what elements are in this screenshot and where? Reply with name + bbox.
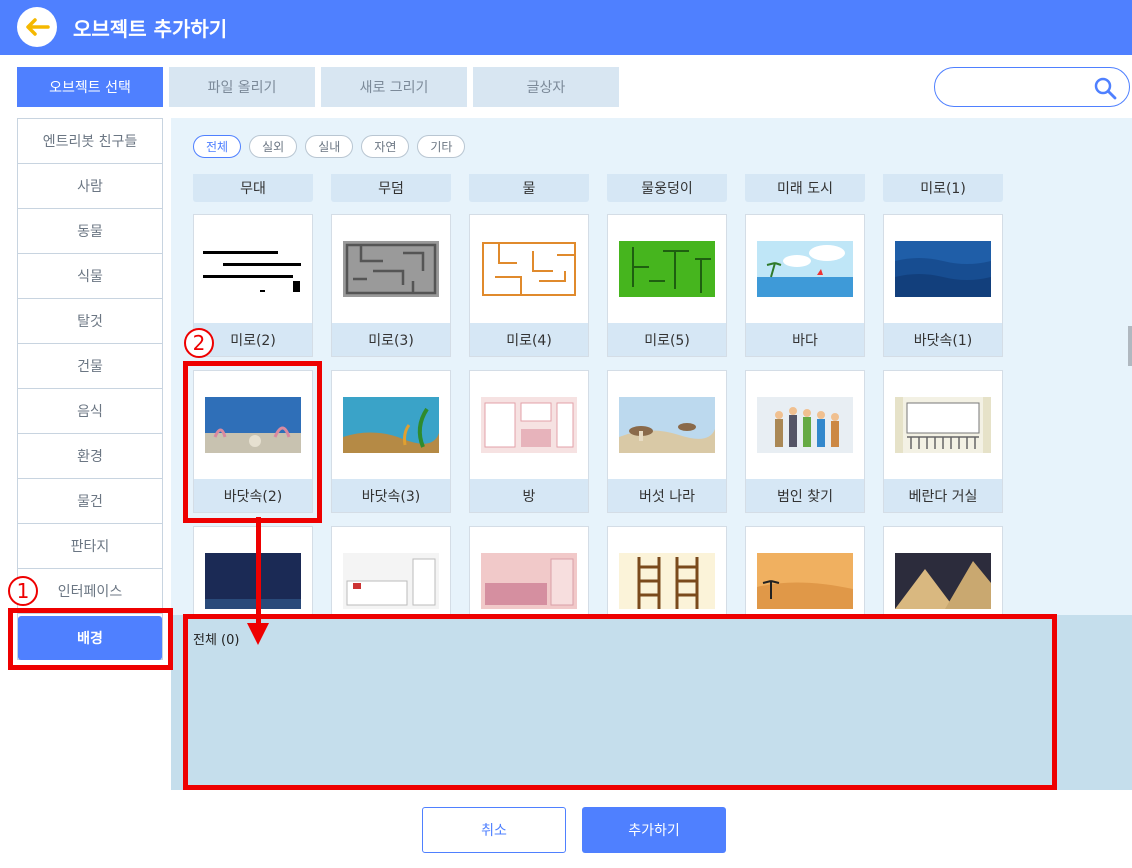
add-button[interactable]: 추가하기 <box>582 807 726 853</box>
sidebar-item-vehicles[interactable]: 탈것 <box>18 299 162 344</box>
selected-count-label: 전체 (0) <box>193 633 240 648</box>
object-card-label: 바닷속(1) <box>884 323 1002 356</box>
sidebar-item-entrybot[interactable]: 엔트리봇 친구들 <box>18 119 162 164</box>
sidebar-item-plants[interactable]: 식물 <box>18 254 162 299</box>
sidebar-item-background[interactable]: 배경 <box>18 616 162 660</box>
mushroom-land-thumbnail <box>608 371 726 479</box>
object-card-label: 미로(4) <box>470 323 588 356</box>
chip-other[interactable]: 기타 <box>417 135 466 158</box>
sidebar-item-food[interactable]: 음식 <box>18 389 162 434</box>
object-card[interactable]: 바닷속(1) <box>883 214 1003 357</box>
find-culprit-thumbnail <box>746 371 864 479</box>
object-card[interactable]: 바닷속(3) <box>331 370 451 513</box>
object-card-label: 버섯 나라 <box>608 479 726 512</box>
object-card[interactable]: 방 <box>469 370 589 513</box>
step-marker-2: 2 <box>184 328 214 358</box>
object-card[interactable] <box>745 526 865 626</box>
annotation-arrow-head <box>247 623 269 645</box>
veranda-living-room-thumbnail <box>884 371 1002 479</box>
object-card-label[interactable]: 물 <box>469 174 589 202</box>
object-card[interactable] <box>331 526 451 626</box>
object-card-label: 방 <box>470 479 588 512</box>
page-title: 오브젝트 추가하기 <box>73 17 228 41</box>
chip-all[interactable]: 전체 <box>193 135 242 158</box>
object-card-label[interactable]: 물웅덩이 <box>607 174 727 202</box>
maze-3-thumbnail <box>332 215 450 323</box>
object-card-label: 미로(3) <box>332 323 450 356</box>
object-card[interactable]: 미로(3) <box>331 214 451 357</box>
maze-4-thumbnail <box>470 215 588 323</box>
maze-5-thumbnail <box>608 215 726 323</box>
chip-indoor[interactable]: 실내 <box>305 135 354 158</box>
back-button[interactable] <box>17 7 57 47</box>
sidebar-item-buildings[interactable]: 건물 <box>18 344 162 389</box>
object-card[interactable] <box>883 526 1003 626</box>
annotation-arrow <box>256 517 261 627</box>
object-card[interactable] <box>193 526 313 626</box>
step-marker-1: 1 <box>8 576 38 606</box>
object-card[interactable]: 미로(5) <box>607 214 727 357</box>
object-card[interactable]: 바닷속(2) <box>193 370 313 513</box>
selected-objects-area[interactable]: 전체 (0) <box>171 615 1132 790</box>
sidebar-item-fantasy[interactable]: 판타지 <box>18 524 162 569</box>
underwater-3-thumbnail <box>332 371 450 479</box>
sidebar-item-interface[interactable]: 인터페이스 <box>18 569 162 614</box>
sea-thumbnail <box>746 215 864 323</box>
object-card[interactable]: 범인 찾기 <box>745 370 865 513</box>
sidebar-item-things[interactable]: 물건 <box>18 479 162 524</box>
sidebar-item-environment[interactable]: 환경 <box>18 434 162 479</box>
arrow-left-icon <box>26 18 50 36</box>
object-card[interactable] <box>607 526 727 626</box>
cancel-button[interactable]: 취소 <box>422 807 566 853</box>
object-card[interactable]: 버섯 나라 <box>607 370 727 513</box>
object-card-label: 베란다 거실 <box>884 479 1002 512</box>
object-card[interactable]: 바다 <box>745 214 865 357</box>
object-gallery-panel: 전체 실외 실내 자연 기타 무대 무덤 물 물웅덩이 미래 도시 미로(1) … <box>171 118 1132 790</box>
tab-upload-file[interactable]: 파일 올리기 <box>169 67 315 107</box>
object-card-label[interactable]: 미래 도시 <box>745 174 865 202</box>
chip-nature[interactable]: 자연 <box>361 135 410 158</box>
scrollbar[interactable] <box>1128 326 1132 366</box>
object-card-label: 미로(5) <box>608 323 726 356</box>
underwater-2-thumbnail <box>194 371 312 479</box>
room-thumbnail <box>470 371 588 479</box>
object-card-label: 바다 <box>746 323 864 356</box>
search-icon[interactable] <box>1093 76 1117 100</box>
chip-outdoor[interactable]: 실외 <box>249 135 298 158</box>
search-input[interactable] <box>934 67 1130 107</box>
sidebar-item-animals[interactable]: 동물 <box>18 209 162 254</box>
object-card-label: 바닷속(3) <box>332 479 450 512</box>
maze-2-thumbnail <box>194 215 312 323</box>
object-card[interactable]: 베란다 거실 <box>883 370 1003 513</box>
tab-text-box[interactable]: 글상자 <box>473 67 619 107</box>
object-card[interactable]: 미로(4) <box>469 214 589 357</box>
object-card-label[interactable]: 미로(1) <box>883 174 1003 202</box>
underwater-1-thumbnail <box>884 215 1002 323</box>
object-card-label[interactable]: 무대 <box>193 174 313 202</box>
filter-chips: 전체 실외 실내 자연 기타 <box>193 135 466 158</box>
sidebar-item-people[interactable]: 사람 <box>18 164 162 209</box>
tab-new-drawing[interactable]: 새로 그리기 <box>321 67 467 107</box>
object-card-label[interactable]: 무덤 <box>331 174 451 202</box>
category-sidebar: 엔트리봇 친구들 사람 동물 식물 탈것 건물 음식 환경 물건 판타지 인터페… <box>17 118 163 660</box>
tab-select-object[interactable]: 오브젝트 선택 <box>17 67 163 107</box>
object-card-label: 바닷속(2) <box>194 479 312 512</box>
header-bar: 오브젝트 추가하기 <box>0 0 1132 55</box>
object-card[interactable] <box>469 526 589 626</box>
object-card-label: 범인 찾기 <box>746 479 864 512</box>
